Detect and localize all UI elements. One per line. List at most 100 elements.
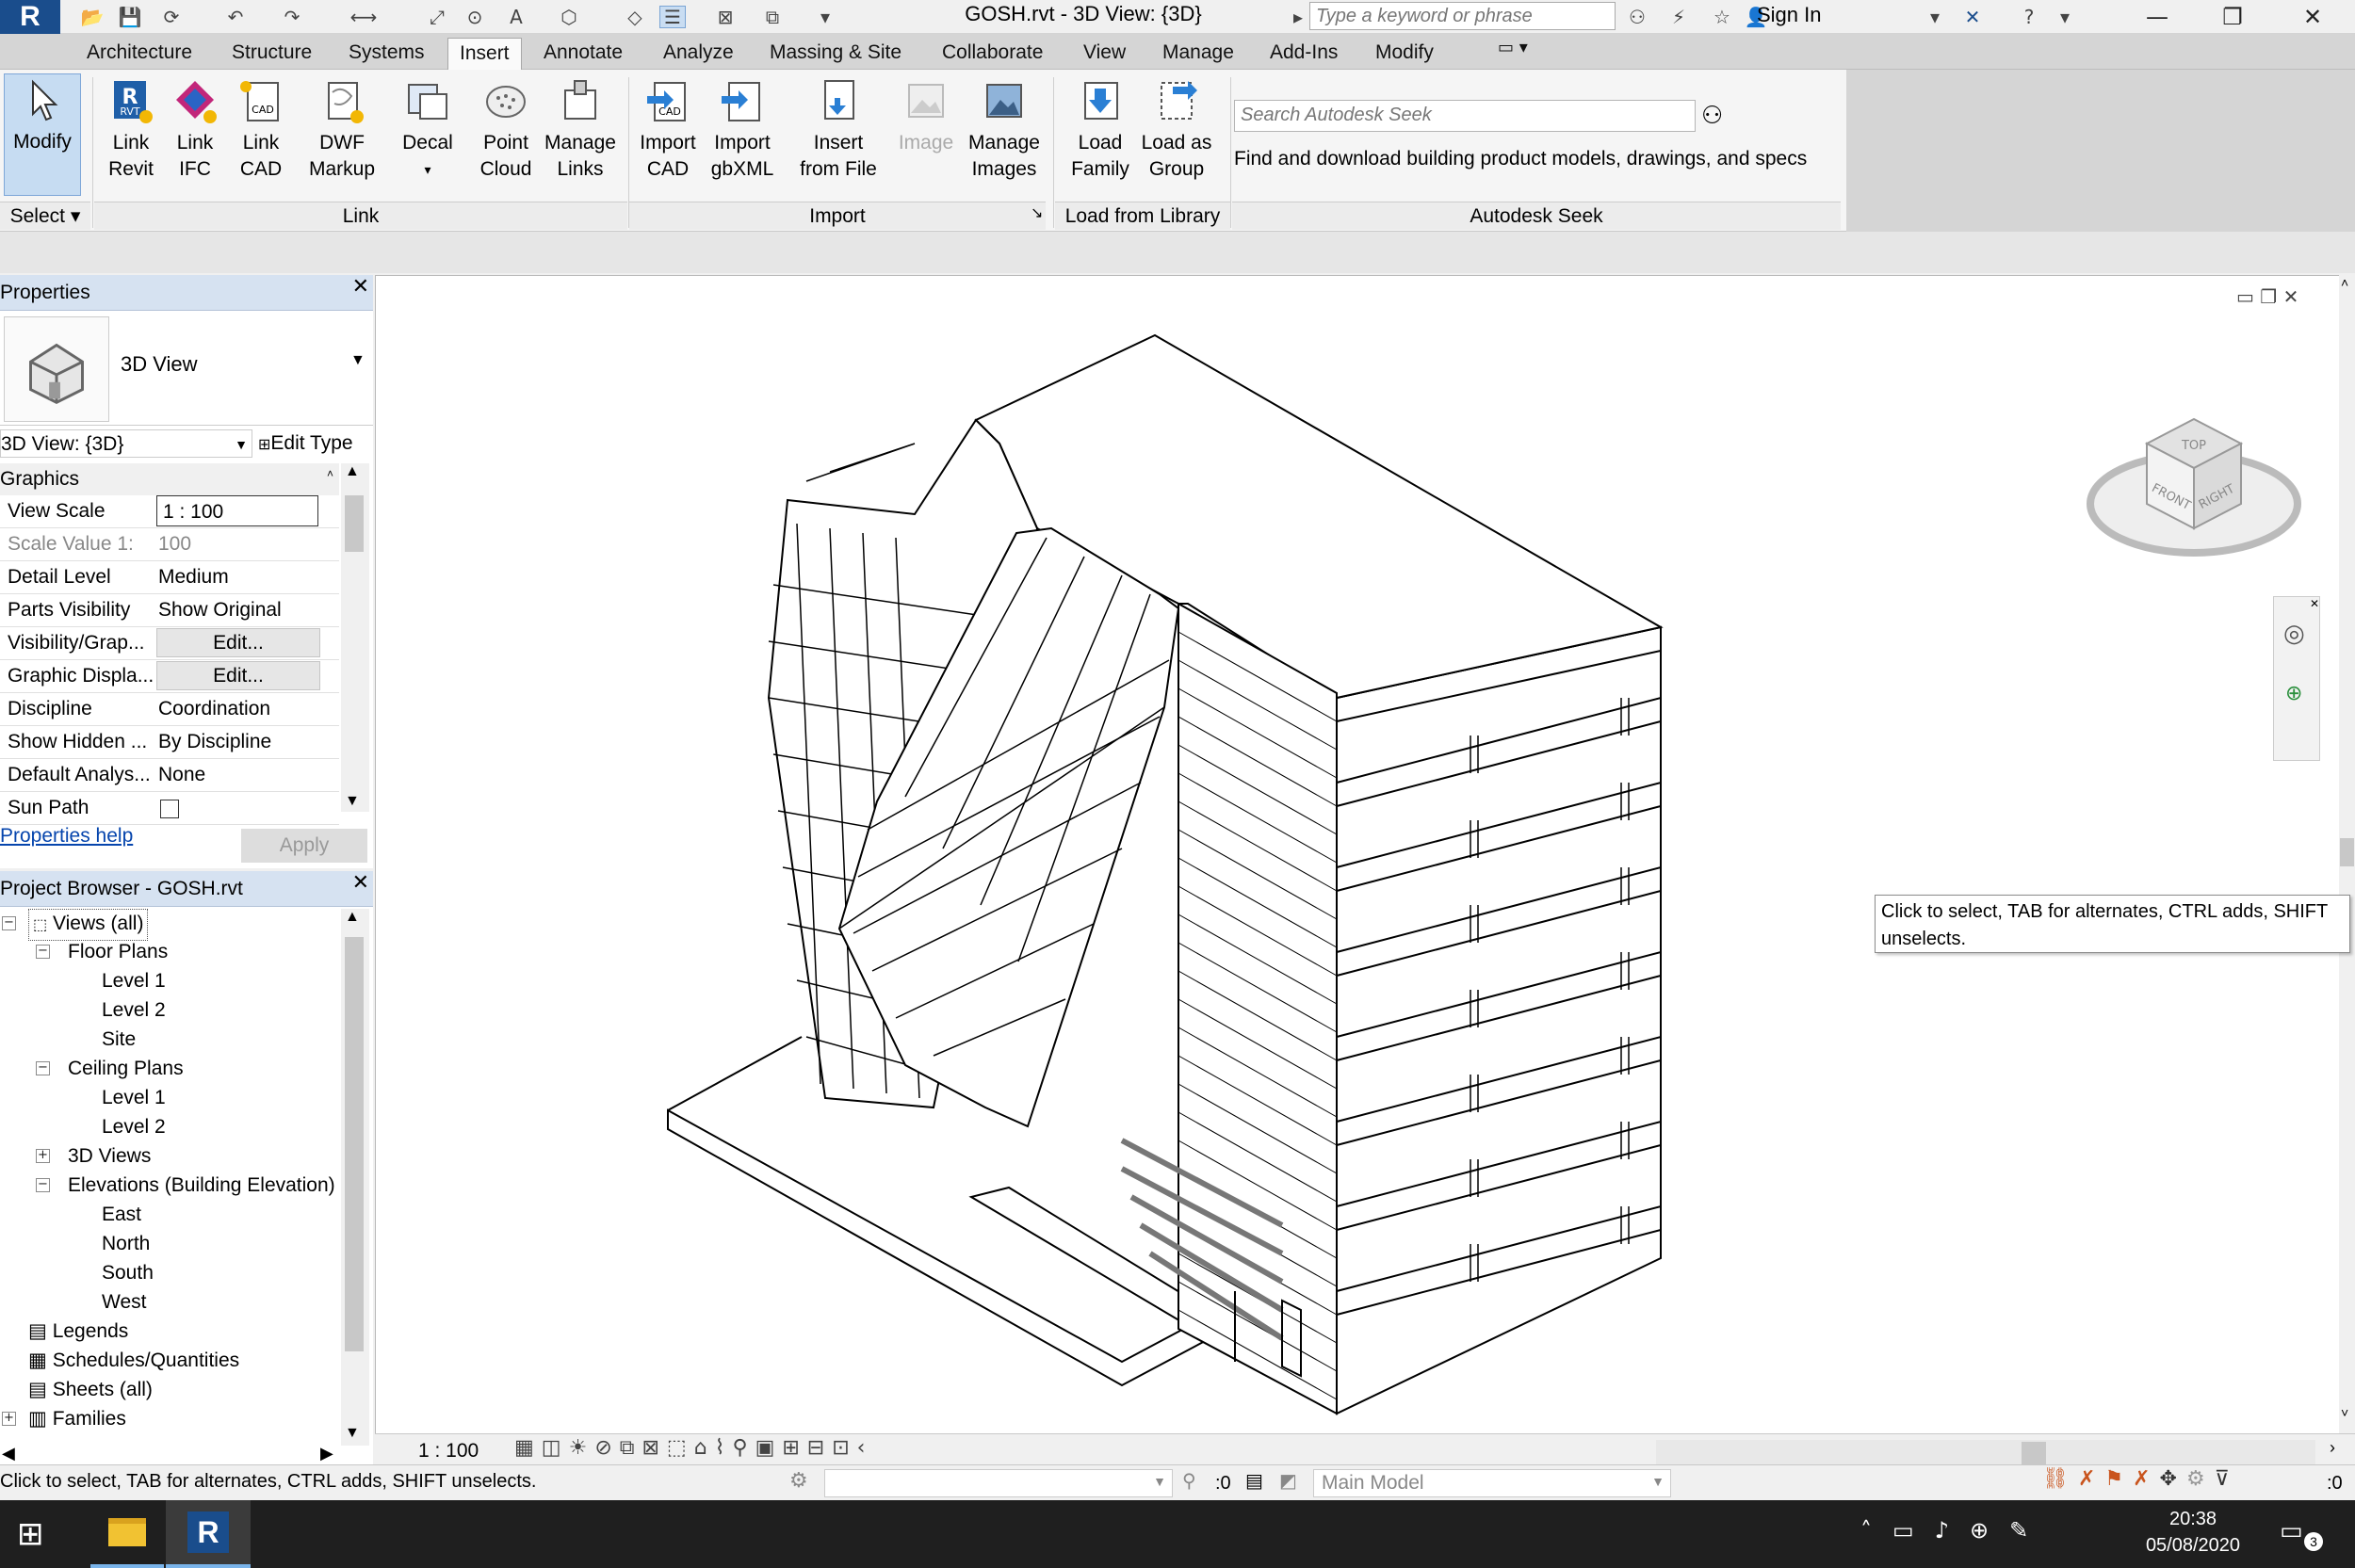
viewbar-hscroll[interactable] (1656, 1440, 2315, 1466)
pen-icon[interactable]: ✎ (2009, 1517, 2049, 1544)
battery-icon[interactable]: ▭ (1892, 1517, 1935, 1544)
dwf-markup-button[interactable]: DWF Markup (300, 75, 384, 207)
close-window-icon[interactable]: ✕ (2275, 0, 2350, 34)
view-scale-input[interactable]: 1 : 100 (156, 495, 318, 526)
reveal-hidden-icon[interactable]: ⚲ (732, 1436, 755, 1460)
collapse-icon[interactable]: − (36, 1178, 50, 1192)
prop-row-discipline[interactable]: Discipline Coordination (0, 693, 339, 726)
exchange-apps-icon[interactable]: ✕ (1959, 6, 1986, 28)
sign-in-dropdown-icon[interactable]: ▾ (1922, 6, 1948, 28)
notifications-icon[interactable]: ▭ (2280, 1517, 2303, 1545)
minimize-icon[interactable]: — (2120, 0, 2195, 34)
windows-start-icon[interactable]: ⊞ (17, 1515, 44, 1553)
view-scale-readout[interactable]: 1 : 100 (418, 1440, 479, 1463)
expand-icon[interactable]: + (36, 1149, 50, 1163)
select-panel-label[interactable]: Select ▾ (0, 202, 90, 230)
viewbar-scroll-left-icon[interactable]: ‹ (857, 1436, 873, 1460)
zoom-region-icon[interactable]: ⊕ (2285, 682, 2302, 705)
drawing-canvas[interactable]: ▭ ❐ ✕ TOP FRONT RIGHT ◎ ⊕ ✕ (375, 275, 2339, 1433)
tree-3d-views[interactable]: 3D Views (68, 1142, 151, 1171)
restore-icon[interactable]: ❐ (2195, 0, 2270, 34)
prop-row-show-hidden[interactable]: Show Hidden ... By Discipline (0, 726, 339, 759)
prop-row-scale-value[interactable]: Scale Value 1: 100 (0, 528, 339, 561)
collapse-icon[interactable]: − (36, 945, 50, 959)
tree-elevation-north[interactable]: North (102, 1230, 150, 1258)
sync-icon[interactable]: ⟳ (158, 6, 185, 28)
tab-add-ins[interactable]: Add-Ins (1270, 38, 1338, 70)
tab-analyze[interactable]: Analyze (663, 38, 734, 70)
tab-massing-site[interactable]: Massing & Site (770, 38, 901, 70)
prop-row-view-scale[interactable]: View Scale 1 : 100 (0, 495, 339, 528)
instance-filter-select[interactable]: 3D View: {3D} ▼ (0, 429, 252, 458)
properties-help-link[interactable]: Properties help (0, 825, 133, 848)
select-pinned-icon[interactable]: ⚑ (2104, 1467, 2133, 1491)
scroll-up-icon[interactable]: ▲ (345, 463, 360, 480)
tab-view[interactable]: View (1083, 38, 1126, 70)
file-explorer-icon[interactable] (90, 1500, 164, 1568)
volume-icon[interactable]: ♪ (1935, 1517, 1970, 1544)
help-icon[interactable]: ? (2016, 6, 2042, 28)
temp-hide-icon[interactable]: ⌇ (715, 1436, 733, 1460)
type-dropdown-icon[interactable]: ▼ (350, 352, 365, 369)
tab-architecture[interactable]: Architecture (87, 38, 192, 70)
scroll-down-icon[interactable]: ▼ (345, 1425, 360, 1442)
seek-binoculars-icon[interactable]: ⚇ (1701, 102, 1723, 130)
help-search-input[interactable]: Type a keyword or phrase (1309, 2, 1616, 30)
worksets-icon[interactable]: ⚙ (789, 1469, 808, 1493)
save-icon[interactable]: 💾 (117, 6, 143, 28)
tree-ceiling-level-2[interactable]: Level 2 (102, 1113, 166, 1141)
scroll-left-icon[interactable]: ◀ (2, 1444, 15, 1463)
sun-path-checkbox[interactable] (160, 800, 179, 818)
customize-qat-icon[interactable]: ▾ (812, 6, 838, 28)
tree-floor-plan-level-1[interactable]: Level 1 (102, 967, 166, 995)
switch-windows-icon[interactable]: ⧉ (759, 6, 786, 28)
tree-views-all[interactable]: ⬚ Views (all) (28, 909, 149, 941)
scroll-down-icon[interactable]: ▼ (345, 793, 360, 810)
prop-row-graphic-display[interactable]: Graphic Displa... Edit... (0, 660, 339, 693)
tab-insert[interactable]: Insert (447, 38, 522, 70)
tree-ceiling-plans[interactable]: Ceiling Plans (68, 1055, 184, 1083)
scroll-thumb[interactable] (2022, 1442, 2046, 1464)
detail-level-icon[interactable]: ▦ (514, 1436, 542, 1460)
shadows-icon[interactable]: ⊘ (594, 1436, 619, 1460)
prop-row-detail-level[interactable]: Detail Level Medium (0, 561, 339, 594)
viewcube[interactable]: TOP FRONT RIGHT (2081, 398, 2307, 568)
ribbon-minimize-icon[interactable]: ▭ ▾ (1498, 38, 1528, 70)
visual-style-icon[interactable]: ◫ (542, 1436, 569, 1460)
prop-row-default-analysis[interactable]: Default Analys... None (0, 759, 339, 792)
analytical-model-icon[interactable]: ⊞ (782, 1436, 806, 1460)
background-processes-icon[interactable]: ⚙ (2186, 1467, 2215, 1491)
revit-logo[interactable]: R (0, 0, 60, 34)
image-button[interactable]: Image (895, 75, 957, 207)
select-links-icon[interactable]: ⛓ (2042, 1467, 2078, 1491)
scroll-up-icon[interactable]: ▲ (345, 909, 360, 926)
scroll-down-icon[interactable]: ˅ (2341, 1405, 2348, 1420)
load-family-button[interactable]: Load Family (1063, 75, 1138, 207)
canvas-vscrollbar[interactable]: ˄ ˅ (2339, 275, 2355, 1433)
clock[interactable]: 20:38 05/08/2020 (2136, 1506, 2249, 1559)
section-icon[interactable]: ◇ (622, 6, 648, 28)
subscription-icon[interactable]: ⚡ (1665, 6, 1692, 28)
tab-collaborate[interactable]: Collaborate (942, 38, 1043, 70)
scroll-thumb[interactable] (2340, 838, 2354, 866)
modify-button[interactable]: Modify (4, 73, 81, 196)
tab-structure[interactable]: Structure (232, 38, 312, 70)
seek-search-input[interactable]: Search Autodesk Seek (1234, 100, 1696, 132)
browser-scrollbar[interactable]: ▲ ▼ (341, 909, 369, 1446)
prop-row-visibility-graphics[interactable]: Visibility/Grap... Edit... (0, 627, 339, 660)
properties-scrollbar[interactable]: ▲ ▼ (341, 463, 369, 812)
building-3d-model[interactable] (376, 276, 2340, 1434)
scroll-right-icon[interactable]: ▶ (320, 1444, 333, 1463)
scroll-thumb[interactable] (345, 937, 364, 1351)
select-underlay-icon[interactable]: ✗ (2078, 1467, 2104, 1491)
link-ifc-button[interactable]: Link IFC (162, 75, 228, 207)
workset-select[interactable]: ▼ (824, 1469, 1173, 1497)
tree-elevations[interactable]: Elevations (Building Elevation) (68, 1172, 335, 1200)
constraints-icon[interactable]: ⊡ (832, 1436, 856, 1460)
tree-floor-plans[interactable]: Floor Plans (68, 938, 168, 966)
help-dropdown-icon[interactable]: ▾ (2052, 6, 2078, 28)
tree-legends[interactable]: ▤ Legends (28, 1317, 128, 1346)
viewbar-scroll-right-icon[interactable]: › (2330, 1438, 2335, 1458)
text-icon[interactable]: A (503, 6, 529, 28)
revit-taskbar-icon[interactable]: R (166, 1500, 251, 1568)
